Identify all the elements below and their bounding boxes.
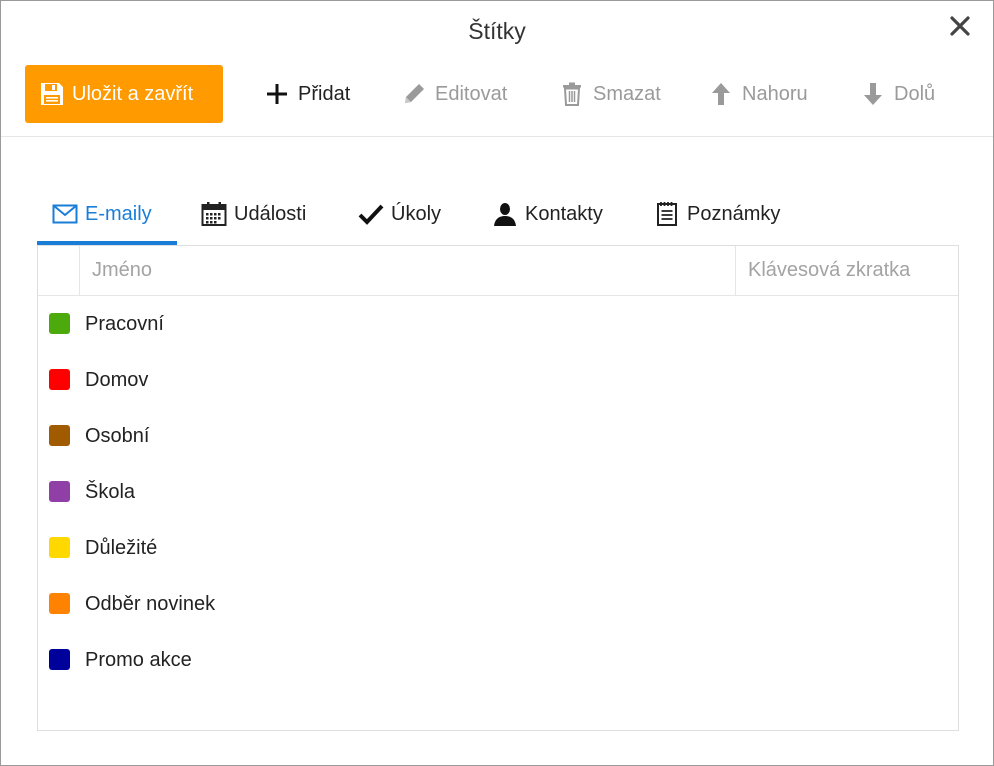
tab-label: Události	[234, 202, 307, 225]
trash-icon	[558, 80, 586, 108]
color-swatch	[49, 537, 70, 558]
table-row[interactable]: Pracovní	[38, 296, 958, 352]
pencil-icon	[400, 80, 428, 108]
save-and-close-label: Uložit a zavřít	[72, 82, 194, 105]
person-icon	[491, 200, 519, 228]
tab-label: Poznámky	[687, 202, 781, 225]
color-swatch	[49, 313, 70, 334]
move-down-label: Dolů	[894, 82, 936, 105]
checkmark-icon	[357, 200, 385, 228]
name-column-header[interactable]: Jméno	[80, 246, 736, 295]
label-name: Škola	[85, 480, 136, 503]
tab-label: E-maily	[85, 202, 152, 225]
move-down-button[interactable]: Dolů	[859, 65, 935, 123]
save-and-close-button[interactable]: Uložit a zavřít	[25, 65, 223, 123]
edit-label: Editovat	[435, 82, 508, 105]
move-up-label: Nahoru	[742, 82, 808, 105]
labels-table: Jméno Klávesová zkratka Pracovní Domov O…	[37, 245, 959, 731]
table-row[interactable]: Promo akce	[38, 632, 958, 688]
table-row[interactable]: Škola	[38, 464, 958, 520]
add-button[interactable]: Přidat	[263, 65, 350, 123]
label-name: Důležité	[85, 536, 158, 559]
tab-events[interactable]: Události	[200, 187, 306, 245]
tab-contacts[interactable]: Kontakty	[491, 187, 603, 245]
tab-emails[interactable]: E-maily	[37, 187, 177, 245]
label-name: Promo akce	[85, 648, 192, 671]
tab-tasks[interactable]: Úkoly	[357, 187, 441, 245]
labels-dialog: Štítky Uložit a zavřít Přidat Editovat S…	[0, 0, 994, 766]
tab-label: Úkoly	[391, 202, 442, 225]
label-name: Odběr novinek	[85, 592, 216, 615]
toolbar: Uložit a zavřít Přidat Editovat Smazat N…	[1, 65, 993, 137]
notepad-icon	[653, 200, 681, 228]
dialog-title: Štítky	[468, 18, 526, 44]
label-name: Domov	[85, 368, 149, 391]
table-header: Jméno Klávesová zkratka	[38, 246, 958, 296]
tab-notes[interactable]: Poznámky	[653, 187, 780, 245]
shortcut-column-header[interactable]: Klávesová zkratka	[736, 246, 958, 295]
color-swatch	[49, 649, 70, 670]
edit-button[interactable]: Editovat	[400, 65, 507, 123]
color-swatch	[49, 481, 70, 502]
move-up-button[interactable]: Nahoru	[707, 65, 808, 123]
color-column-header	[38, 246, 80, 295]
table-row[interactable]: Důležité	[38, 520, 958, 576]
arrow-down-icon	[859, 80, 887, 108]
label-name: Osobní	[85, 424, 150, 447]
floppy-disk-icon	[38, 80, 66, 108]
delete-button[interactable]: Smazat	[558, 65, 661, 123]
tab-label: Kontakty	[525, 202, 603, 225]
envelope-icon	[51, 200, 79, 228]
plus-icon	[263, 80, 291, 108]
color-swatch	[49, 425, 70, 446]
delete-label: Smazat	[593, 82, 661, 105]
label-name: Pracovní	[85, 312, 164, 335]
table-row[interactable]: Osobní	[38, 408, 958, 464]
table-row[interactable]: Odběr novinek	[38, 576, 958, 632]
calendar-icon	[200, 200, 228, 228]
close-icon[interactable]	[949, 15, 971, 37]
category-tabs: E-maily Události Úkoly Kontakty Poznámky	[37, 187, 957, 245]
color-swatch	[49, 593, 70, 614]
add-label: Přidat	[298, 82, 351, 105]
arrow-up-icon	[707, 80, 735, 108]
table-row[interactable]: Domov	[38, 352, 958, 408]
color-swatch	[49, 369, 70, 390]
table-body: Pracovní Domov Osobní Škola Důležité Odb…	[38, 296, 958, 688]
